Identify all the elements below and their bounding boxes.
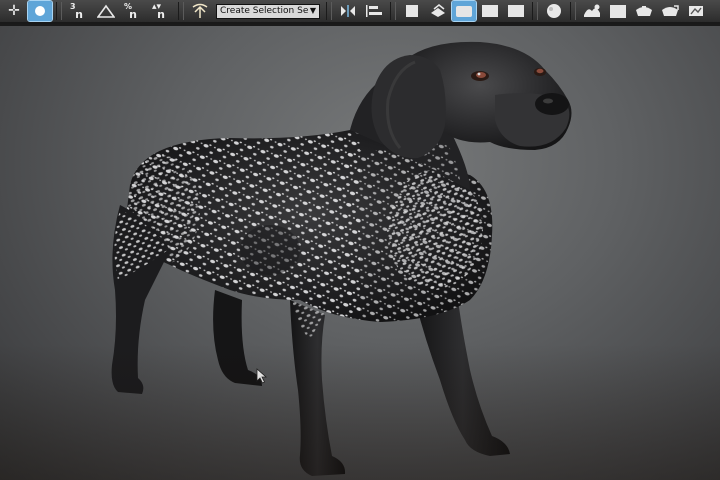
active-shade-icon[interactable] [684, 1, 708, 21]
snap-3d-label: 3 [70, 2, 76, 11]
snap-3d-icon[interactable]: 3 n [66, 1, 92, 21]
toggle-ribbon-icon[interactable] [451, 0, 477, 22]
select-move-icon[interactable]: ✛ [2, 1, 26, 21]
select-rotate-icon[interactable] [27, 0, 53, 22]
align-icon[interactable] [362, 1, 386, 21]
edit-named-selection-icon[interactable] [188, 1, 212, 21]
spinner-snap-arrows: ▴▾ [152, 2, 162, 12]
main-toolbar: ✛ 3 n % n ▴▾ n Create Selection Se ▼ [0, 0, 720, 24]
dog-model[interactable] [0, 26, 720, 480]
perspective-viewport[interactable] [0, 26, 720, 480]
rendered-frame-window-icon[interactable] [606, 1, 630, 21]
curve-editor-icon[interactable] [478, 1, 502, 21]
selection-set-dropdown[interactable]: Create Selection Se ▼ [216, 3, 320, 19]
schematic-view-icon[interactable] [504, 1, 528, 21]
percent-snap-label: % [124, 2, 133, 11]
spinner-snap-icon[interactable]: ▴▾ n [148, 1, 174, 21]
snap-3d-base: n [75, 8, 83, 21]
render-setup-icon[interactable] [580, 1, 604, 21]
mirror-icon[interactable] [336, 1, 360, 21]
chevron-down-icon: ▼ [309, 5, 316, 15]
angle-snap-icon[interactable] [94, 1, 118, 21]
percent-snap-icon[interactable]: % n [120, 1, 146, 21]
layer-explorer-icon[interactable] [426, 1, 450, 21]
selection-set-label: Create Selection Se [220, 6, 309, 16]
mouse-pointer-icon [256, 368, 268, 384]
render-iterative-icon[interactable] [658, 1, 682, 21]
render-production-icon[interactable] [632, 1, 656, 21]
material-editor-icon[interactable] [542, 1, 566, 21]
toggle-scene-explorer-icon[interactable] [400, 1, 424, 21]
